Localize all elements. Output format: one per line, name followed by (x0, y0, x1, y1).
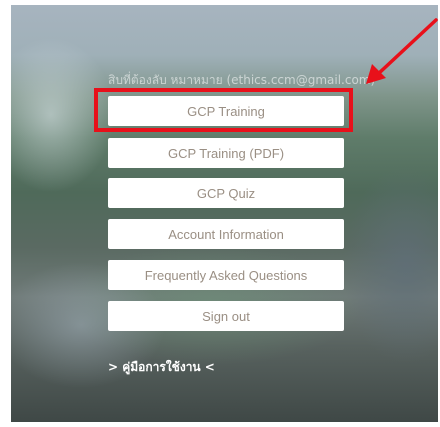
pointer-arrow-icon (366, 18, 438, 84)
